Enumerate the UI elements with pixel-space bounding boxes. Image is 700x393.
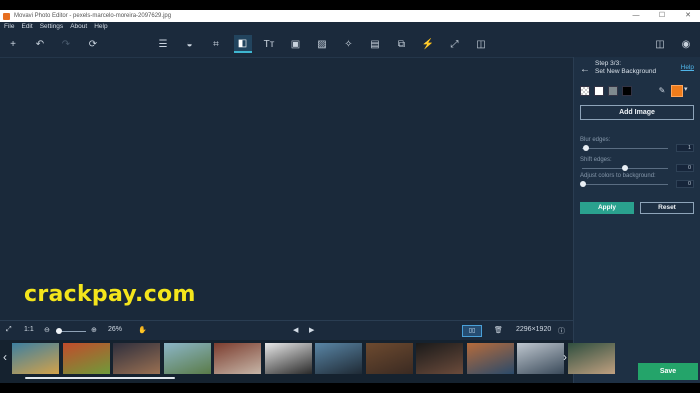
retouch-icon[interactable]: ✧ [340, 35, 358, 53]
image-canvas[interactable]: crackpay.com [0, 57, 573, 320]
window-title: Movavi Photo Editor - pexels-marcelo-mor… [14, 13, 172, 19]
crop-icon[interactable]: ⌗ [207, 35, 225, 53]
adjust-colors-label: Adjust colors to background: [580, 173, 656, 179]
step-heading: Step 3/3: Set New Background [595, 60, 656, 76]
shift-edges-knob[interactable] [622, 165, 628, 171]
add-icon[interactable]: + [4, 35, 22, 53]
adjust-icon[interactable]: ☰ [154, 35, 172, 53]
background-panel: ← Step 3/3: Set New Background Help ✎ ▾ … [573, 57, 700, 383]
compare-view-icon[interactable]: ◫ [651, 35, 669, 53]
trash-icon[interactable]: 🗑 [494, 326, 503, 334]
close-button[interactable]: ✕ [678, 10, 698, 22]
step-subtitle: Set New Background [595, 68, 657, 75]
thumb-2[interactable] [62, 343, 110, 374]
thumb-11[interactable] [517, 343, 564, 374]
toolbar: + ↶ ↷ ⟳ ☰ ◒ ⌗ ◧ Tт ▣ ▨ ✧ ▤ ⧉ ⚡ ⤢ ◫ ◫ ◉ [0, 31, 700, 57]
step-title: Step 3/3: [595, 60, 622, 67]
split-icon[interactable]: ◫ [472, 35, 490, 53]
zoom-in-icon[interactable]: ⊕ [91, 326, 97, 334]
minimize-button[interactable]: — [626, 10, 646, 22]
image-dimensions: 2296×1920 [516, 326, 552, 333]
back-arrow-icon[interactable]: ← [580, 64, 590, 75]
thumb-5[interactable] [214, 343, 261, 374]
thumb-12[interactable] [567, 343, 615, 374]
thumb-1[interactable] [12, 343, 59, 374]
filmstrip-prev-icon[interactable]: ‹ [3, 350, 7, 364]
compare-toggle-icon[interactable]: ▯▯ [462, 325, 482, 337]
background-icon[interactable]: ◧ [233, 35, 252, 53]
menu-file[interactable]: File [4, 23, 14, 30]
fit-screen-icon[interactable]: ⤢ [6, 326, 12, 334]
watermark-text: crackpay.com [24, 282, 196, 307]
menu-bar: File Edit Settings About Help [0, 22, 700, 31]
menu-about[interactable]: About [70, 23, 87, 30]
adjust-colors-slider[interactable] [582, 184, 668, 185]
clone-icon[interactable]: ⧉ [393, 35, 411, 53]
menu-settings[interactable]: Settings [40, 23, 64, 30]
image-icon[interactable]: ▤ [366, 35, 384, 53]
blur-edges-knob[interactable] [583, 145, 589, 151]
text-icon[interactable]: Tт [260, 35, 278, 53]
maximize-button[interactable]: ☐ [652, 10, 672, 22]
zoom-level: 26% [108, 326, 123, 333]
blur-edges-label: Blur edges: [580, 137, 611, 143]
reset-button[interactable]: Reset [640, 202, 694, 214]
color-dropdown-icon[interactable]: ▾ [684, 85, 688, 93]
magic-icon[interactable]: ⚡ [419, 35, 437, 53]
app-logo-icon [3, 12, 10, 20]
shift-edges-value[interactable]: 0 [676, 164, 694, 172]
filmstrip-scrollbar[interactable] [25, 377, 175, 379]
next-image-icon[interactable]: ▶ [309, 326, 314, 334]
thumb-6[interactable] [264, 343, 312, 374]
shift-edges-label: Shift edges: [580, 157, 612, 163]
menu-help[interactable]: Help [94, 23, 107, 30]
bottom-bar: ⤢ 1:1 ⊖ ⊕ 26% ✋ ◀ ▶ ▯▯ 🗑 2296×1920 ⓘ [0, 320, 573, 340]
reset-icon[interactable]: ⟳ [84, 35, 102, 53]
prev-image-icon[interactable]: ◀ [293, 326, 298, 334]
add-image-button[interactable]: Add Image [580, 105, 694, 120]
selected-color-box[interactable] [671, 85, 683, 97]
redo-icon[interactable]: ↷ [57, 35, 75, 53]
thumb-7[interactable] [315, 343, 362, 374]
frame-icon[interactable]: ▣ [287, 35, 305, 53]
app-window: Movavi Photo Editor - pexels-marcelo-mor… [0, 10, 700, 383]
blur-edges-value[interactable]: 1 [676, 144, 694, 152]
adjust-colors-value[interactable]: 0 [676, 180, 694, 188]
resize-icon[interactable]: ⤢ [446, 35, 464, 53]
help-link[interactable]: Help [681, 64, 694, 71]
enhance-icon[interactable]: ◒ [181, 35, 199, 53]
one-to-one-button[interactable]: 1:1 [24, 326, 34, 333]
adjust-colors-knob[interactable] [580, 181, 586, 187]
thumb-3[interactable] [113, 343, 160, 374]
zoom-out-icon[interactable]: ⊖ [44, 326, 50, 334]
title-bar: Movavi Photo Editor - pexels-marcelo-mor… [0, 10, 700, 22]
swatch-white[interactable] [594, 86, 604, 96]
blur-edges-slider[interactable] [582, 148, 668, 149]
swatch-black[interactable] [622, 86, 632, 96]
undo-icon[interactable]: ↶ [31, 35, 49, 53]
swatch-gray[interactable] [608, 86, 618, 96]
info-icon[interactable]: ⓘ [558, 326, 565, 336]
thumb-4[interactable] [163, 343, 211, 374]
thumb-10[interactable] [466, 343, 514, 374]
menu-edit[interactable]: Edit [21, 23, 32, 30]
preview-eye-icon[interactable]: ◉ [677, 35, 695, 53]
thumb-9[interactable] [416, 343, 463, 374]
filmstrip-next-icon[interactable]: › [563, 350, 567, 364]
thumb-8[interactable] [365, 343, 413, 374]
filter-icon[interactable]: ▨ [313, 35, 331, 53]
filmstrip: ‹ › [0, 340, 615, 383]
swatch-transparent[interactable] [580, 86, 590, 96]
zoom-slider-knob[interactable] [56, 328, 62, 334]
hand-tool-icon[interactable]: ✋ [138, 326, 147, 334]
save-button[interactable]: Save [638, 363, 698, 380]
eyedropper-icon[interactable]: ✎ [656, 86, 668, 97]
apply-button[interactable]: Apply [580, 202, 634, 214]
